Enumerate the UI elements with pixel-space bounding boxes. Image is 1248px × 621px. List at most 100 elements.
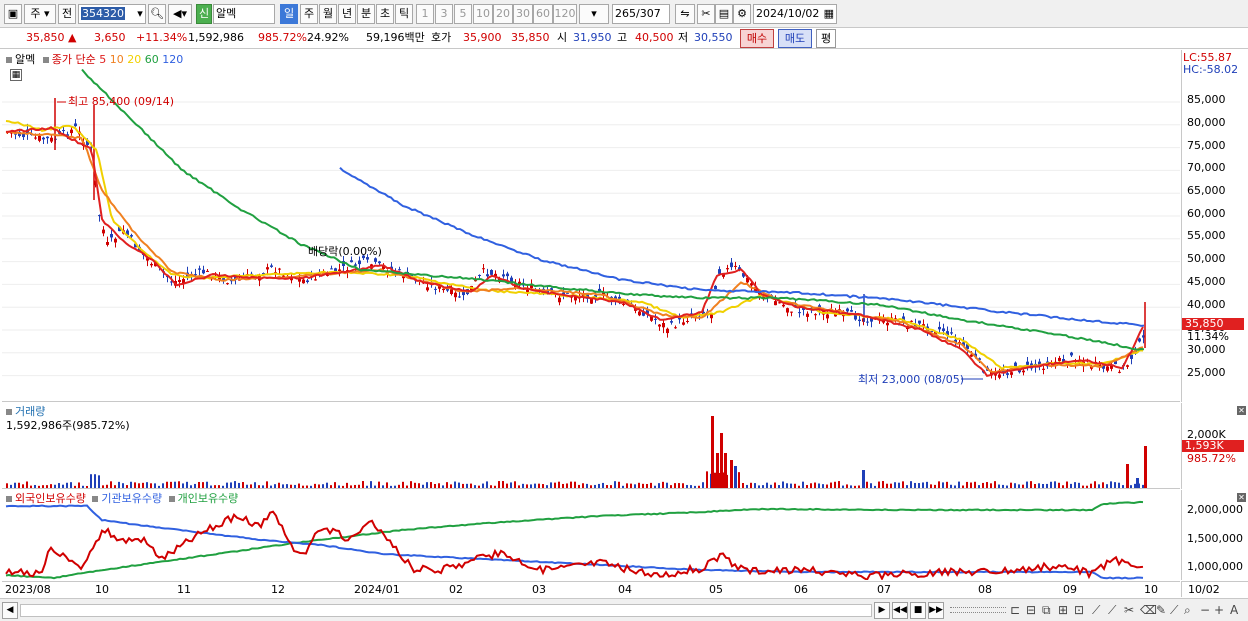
close-pane-icon[interactable]: ✕: [1237, 493, 1246, 502]
zoom-in-icon[interactable]: +: [1214, 603, 1224, 617]
candle-body: [490, 269, 493, 275]
period-month-button[interactable]: 월: [319, 4, 337, 24]
price-info-bar: 35,850 ▲ 3,650 +11.34% 1,592,986 985.72%…: [0, 28, 1248, 49]
window-icon[interactable]: ▣: [4, 4, 22, 24]
zoom-icon[interactable]: ⊏: [1010, 603, 1020, 617]
interval-5-button[interactable]: 5: [454, 4, 472, 24]
volume-bar: [170, 481, 172, 488]
quote-ask: 35,900: [463, 31, 502, 44]
volume-bar: [118, 481, 120, 488]
volume-bar: [42, 485, 44, 488]
volume-bar: [510, 482, 512, 488]
interval-dropdown[interactable]: ▾: [579, 4, 609, 24]
stop-button[interactable]: ■: [910, 602, 926, 619]
candle-body: [718, 269, 721, 274]
volume-bar: [150, 483, 152, 488]
volume-bar: [1122, 485, 1124, 488]
crosshair-icon[interactable]: ⟋: [1092, 603, 1100, 617]
volume-bar: [458, 482, 460, 488]
zoom-out-icon[interactable]: −: [1200, 603, 1210, 617]
scroll-right-button[interactable]: ▶: [874, 602, 890, 619]
period-week-button[interactable]: 주: [300, 4, 318, 24]
speaker-icon[interactable]: ◀▾: [168, 4, 192, 24]
volume-bar: [602, 482, 604, 488]
period-tick-button[interactable]: 틱: [395, 4, 413, 24]
prefix-button[interactable]: 전: [58, 4, 76, 24]
search-icon[interactable]: 🔍︎: [148, 4, 166, 24]
stock-name-field[interactable]: 알멕: [213, 4, 275, 24]
code-dropdown-icon[interactable]: ▾: [131, 5, 149, 23]
market-select[interactable]: 주 ▾: [24, 4, 56, 24]
period-minute-button[interactable]: 분: [357, 4, 375, 24]
interval-3-button[interactable]: 3: [435, 4, 453, 24]
volume-bar: [238, 482, 240, 488]
draw-icon[interactable]: ⟋: [1170, 603, 1178, 617]
candle-body: [826, 314, 829, 319]
volume-bar: [174, 481, 176, 488]
open-label: 시: [557, 31, 568, 44]
sell-button[interactable]: 매도: [778, 29, 812, 48]
interval-10-button[interactable]: 10: [473, 4, 493, 24]
layout-icon[interactable]: ⊟: [1026, 603, 1036, 617]
volume-bar: [822, 484, 824, 488]
candle-body: [950, 332, 953, 334]
pen-icon[interactable]: ✎: [1156, 603, 1166, 617]
low-annotation: 최저 23,000 (08/05): [858, 373, 965, 386]
period-year-button[interactable]: 년: [338, 4, 356, 24]
volume-title: 거래량: [15, 405, 46, 418]
interval-20-button[interactable]: 20: [493, 4, 513, 24]
eraser-icon[interactable]: ⌫: [1140, 603, 1157, 617]
volume-bar: [1046, 483, 1048, 488]
scroll-left-button[interactable]: ◀: [2, 602, 18, 619]
magnify-icon[interactable]: ⌕: [1184, 603, 1191, 617]
interval-60-button[interactable]: 60: [533, 4, 553, 24]
buy-button[interactable]: 매수: [740, 29, 774, 48]
close-pane-icon[interactable]: ✕: [1237, 406, 1246, 415]
volume-bar: [1062, 485, 1064, 488]
volume-bar: [606, 485, 608, 488]
date-label: 07: [877, 583, 891, 596]
price-chart-pane[interactable]: 알멕 종가 단순 5 10 20 60 120 ▦ 최고 85,400 (09/…: [2, 50, 1180, 402]
date-field[interactable]: 2024/10/02 ▦: [753, 4, 837, 24]
save-icon[interactable]: ▤: [715, 4, 733, 24]
average-button[interactable]: 평: [816, 29, 836, 48]
holdings-tick: 1,500,000: [1187, 532, 1243, 545]
candle-body: [70, 129, 73, 134]
window-icon[interactable]: ⧉: [1042, 603, 1051, 617]
volume-bar: [754, 483, 756, 488]
volume-bar: [1038, 483, 1040, 488]
volume-bar: [106, 484, 108, 488]
gear-icon[interactable]: ⚙: [733, 4, 751, 24]
period-second-button[interactable]: 초: [376, 4, 394, 24]
candle-body: [74, 123, 77, 127]
date-x-axis: 2023/08 10 11 12 2024/01 02 03 04 05 06 …: [2, 581, 1180, 597]
table-icon[interactable]: ▦: [10, 69, 22, 81]
volume-bar: [698, 485, 700, 488]
tools-icon[interactable]: ✂: [697, 4, 715, 24]
horizontal-scrollbar[interactable]: [20, 604, 872, 617]
grid-icon[interactable]: ⊞: [1058, 603, 1068, 617]
volume-bar: [970, 482, 972, 488]
play-back-button[interactable]: ◀◀: [892, 602, 908, 619]
holdings-chart-pane[interactable]: 외국인보유수량 기관보유수량 개인보유수량: [2, 490, 1180, 580]
period-day-button[interactable]: 일: [280, 4, 298, 24]
volume-bar: [642, 483, 644, 488]
interval-120-button[interactable]: 120: [553, 4, 577, 24]
calendar-icon[interactable]: ▦: [824, 5, 834, 23]
chart-icon[interactable]: ⊡: [1074, 603, 1084, 617]
play-forward-button[interactable]: ▶▶: [928, 602, 944, 619]
interval-30-button[interactable]: 30: [513, 4, 533, 24]
zoom-slider[interactable]: [950, 607, 1006, 613]
volume-bar: [14, 482, 16, 488]
count-field[interactable]: 265/307: [612, 4, 670, 24]
interval-1-button[interactable]: 1: [416, 4, 434, 24]
volume-chart-pane[interactable]: 거래량 1,592,986주(985.72%): [2, 403, 1180, 489]
line-tool-icon[interactable]: ⟋: [1108, 603, 1116, 617]
volume-bar: [426, 482, 428, 488]
volume-bar: [798, 485, 800, 488]
scissors-icon[interactable]: ✂: [1124, 603, 1134, 617]
candle-body: [50, 137, 53, 142]
signal-icon[interactable]: ⇋: [675, 4, 695, 24]
font-size-icon[interactable]: A: [1230, 603, 1238, 617]
code-value: 354320: [81, 7, 125, 20]
